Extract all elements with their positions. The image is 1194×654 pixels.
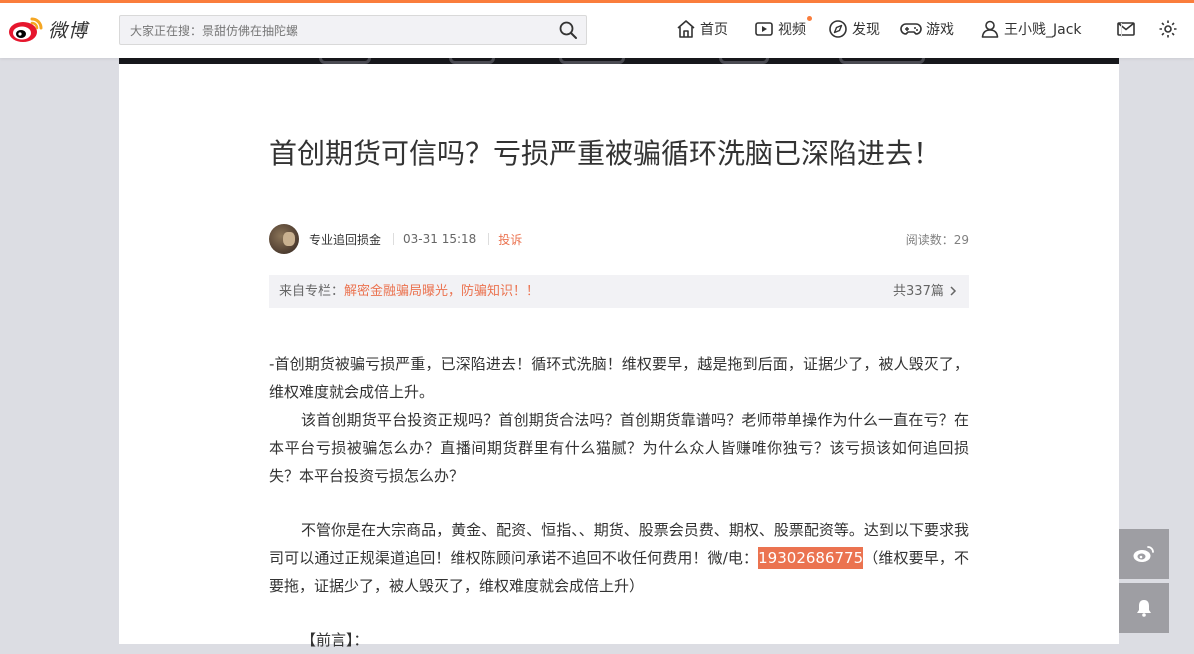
search-icon[interactable] (558, 20, 578, 40)
paragraph: 该首创期货平台投资正规吗？首创期货合法吗？首创期货靠谱吗？老师带单操作为什么一直… (269, 411, 969, 485)
nav-discover-label: 发现 (852, 22, 880, 38)
article-title: 首创期货可信吗？亏损严重被骗循环洗脑已深陷进去！ (269, 137, 942, 170)
column-prefix: 来自专栏： (279, 284, 345, 299)
compass-icon (829, 20, 847, 38)
share-weibo-button[interactable] (1119, 529, 1169, 579)
mail-icon (1116, 22, 1135, 36)
weibo-icon (1133, 546, 1154, 562)
new-content-dot (807, 16, 812, 21)
nav-user[interactable]: 王小贱_Jack (980, 19, 1082, 39)
nav-game[interactable]: 游戏 (900, 19, 954, 39)
paragraph: 【前言】： (301, 631, 369, 649)
article-card: 首创期货可信吗？亏损严重被骗循环洗脑已深陷进去！ 专业追回损金 03-31 15… (119, 54, 1119, 649)
gamepad-icon (900, 23, 922, 35)
column-bar: 来自专栏：解密金融骗局曝光，防骗知识！！ 共337篇 (269, 275, 969, 308)
column-link[interactable]: 解密金融骗局曝光，防骗知识！！ (344, 284, 539, 299)
top-navigation-bar: 微博 首页 视频 发现 (0, 0, 1194, 58)
report-link[interactable]: 投诉 (498, 231, 522, 248)
home-icon (677, 20, 695, 38)
phone-number[interactable]: 19302686775 (758, 547, 864, 569)
nav-game-label: 游戏 (926, 22, 954, 38)
gear-icon (1159, 20, 1177, 38)
main-nav: 首页 视频 发现 游戏 王小贱_Jack (676, 16, 1182, 39)
nav-video[interactable]: 视频 (754, 16, 812, 39)
nav-home[interactable]: 首页 (676, 19, 728, 39)
bell-icon (1137, 600, 1151, 617)
nav-discover[interactable]: 发现 (828, 19, 880, 39)
video-icon (755, 22, 773, 36)
publish-date: 03-31 15:18 (403, 232, 477, 246)
article-body: -首创期货被骗亏损严重，已深陷进去！循环式洗脑！维权要早，越是拖到后面，证据少了… (269, 350, 969, 654)
nav-user-label: 王小贱_Jack (1004, 22, 1082, 38)
paragraph: 不管你是在大宗商品，黄金、配资、恒指、、期货、股票会员费、期权、股票配资等。达到… (269, 516, 969, 600)
search-box (119, 15, 587, 46)
weibo-eye-icon (9, 17, 43, 42)
chevron-right-icon (950, 286, 957, 296)
search-input[interactable] (120, 16, 552, 46)
article-meta: 专业追回损金 03-31 15:18 投诉 阅读数：29 (269, 224, 969, 254)
column-count: 共337篇 (893, 284, 944, 299)
meta-divider (393, 233, 395, 245)
read-count: 阅读数：29 (905, 232, 969, 247)
meta-divider (488, 233, 490, 245)
nav-messages[interactable] (1116, 19, 1140, 39)
author-name[interactable]: 专业追回损金 (309, 231, 381, 248)
column-count-link[interactable]: 共337篇 (893, 275, 957, 308)
notification-button[interactable] (1119, 583, 1169, 633)
nav-divider (1121, 23, 1122, 37)
logo-text: 微博 (48, 19, 89, 42)
user-icon (981, 20, 999, 38)
nav-settings[interactable] (1158, 19, 1182, 39)
weibo-logo[interactable]: 微博 (8, 15, 88, 43)
author-avatar[interactable] (269, 224, 299, 254)
nav-video-label: 视频 (778, 22, 806, 38)
nav-home-label: 首页 (700, 22, 728, 38)
paragraph: -首创期货被骗亏损严重，已深陷进去！循环式洗脑！维权要早，越是拖到后面，证据少了… (269, 355, 969, 401)
